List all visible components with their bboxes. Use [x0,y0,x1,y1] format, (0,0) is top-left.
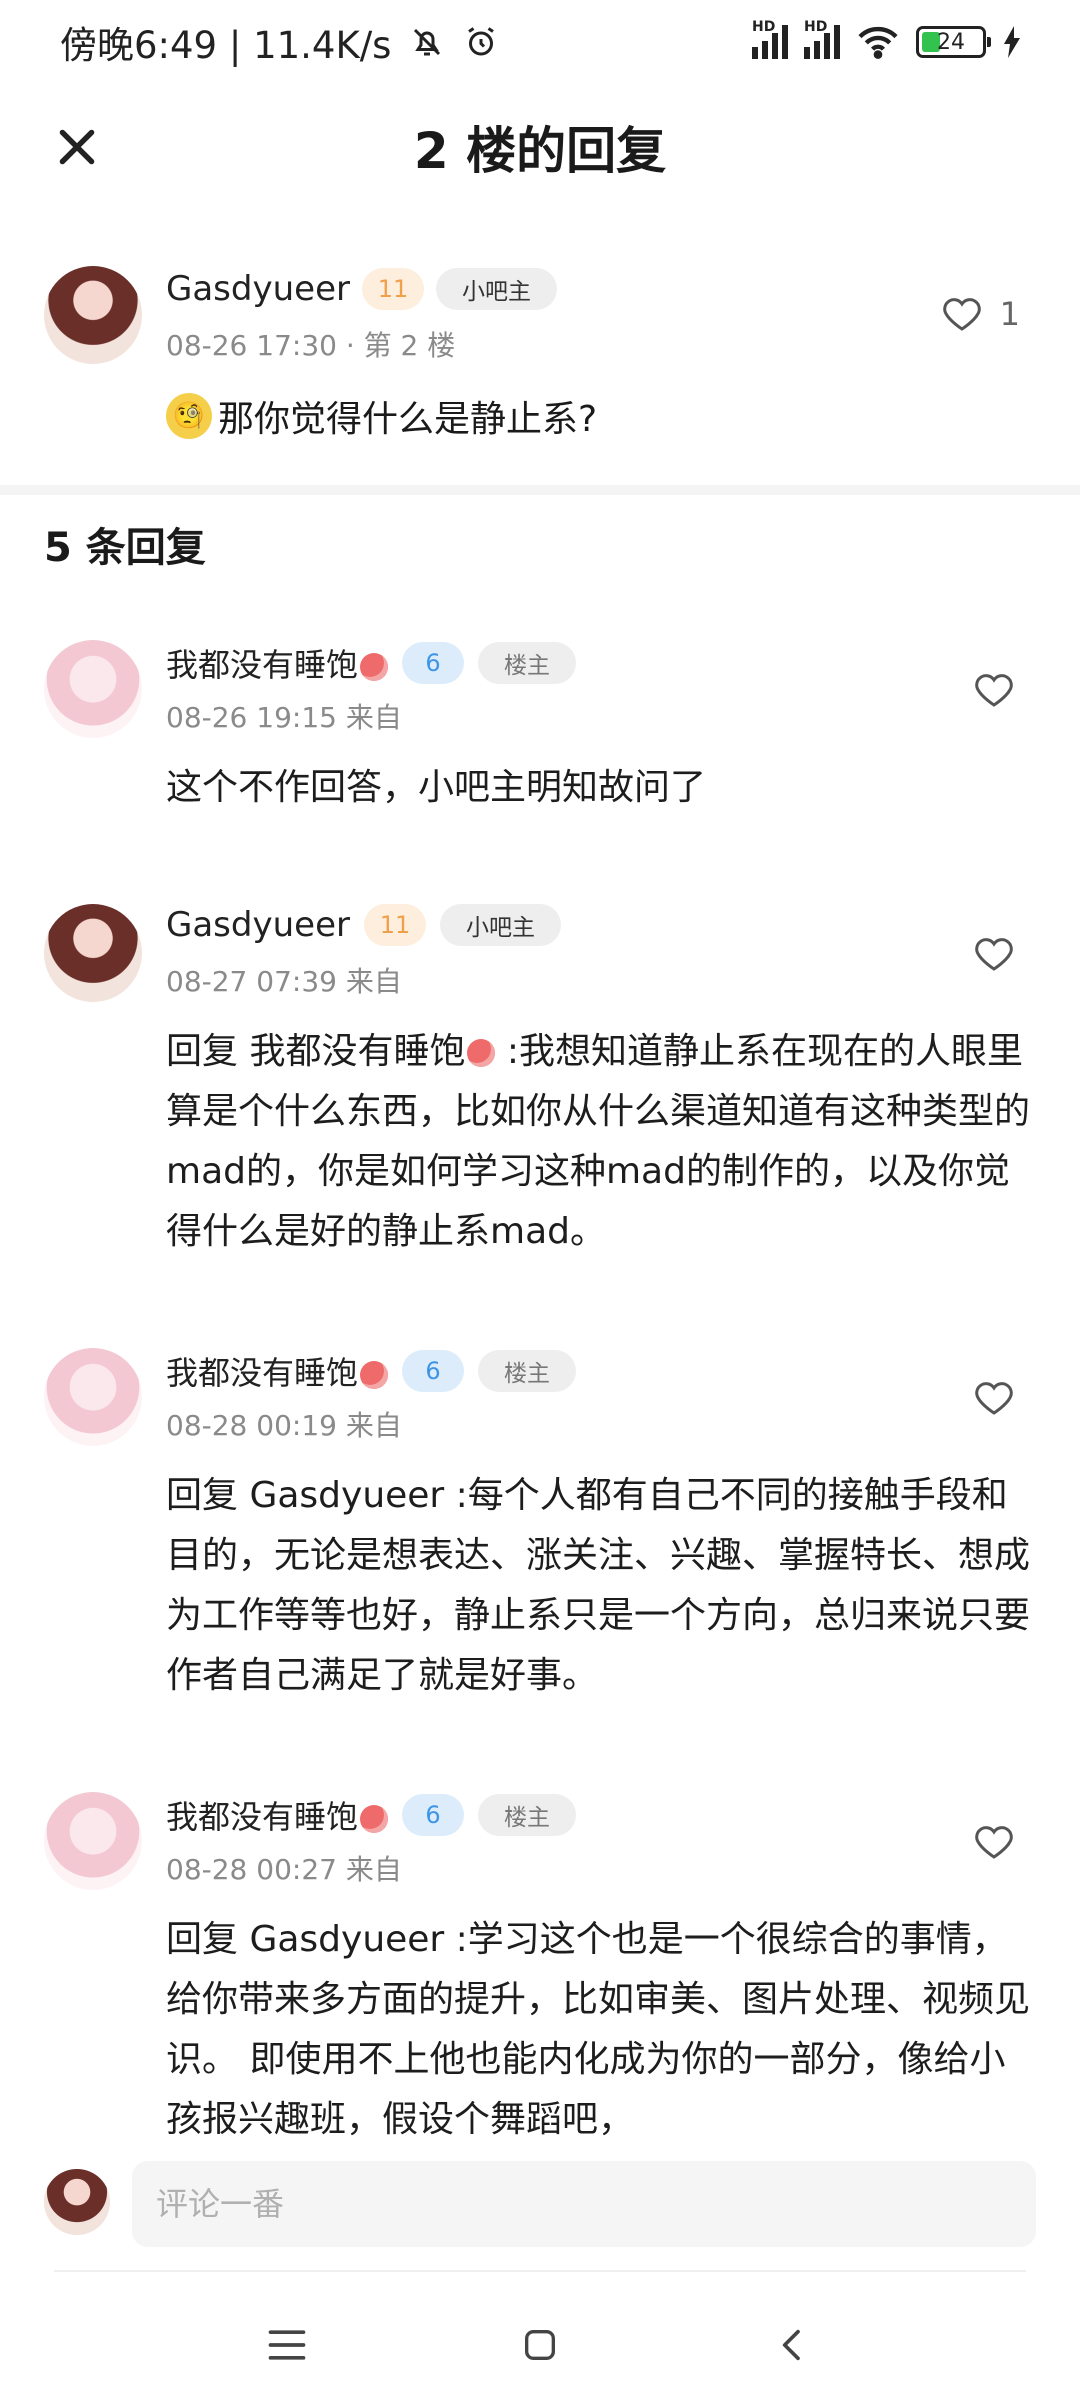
signal-1-icon: HD [752,19,788,59]
reply-prefix: 回复 我都没有睡饱 [166,1031,466,1072]
battery-icon: 24 [916,26,991,58]
like-button[interactable] [974,934,1014,978]
role-badge: 楼主 [478,1350,577,1392]
signal-2-icon: HD [804,19,840,59]
reply-name-row: 我都没有睡饱 6 楼主 [166,640,577,686]
avatar[interactable] [44,266,142,364]
reply-text: 回复 Gasdyueer :学习这个也是一个很综合的事情，给你带来多方面的提升，… [166,1919,1031,2140]
role-badge: 小吧主 [435,268,557,310]
reply-count-heading: 5 条回复 [44,525,206,571]
reply-meta: 08-26 19:15 来自 [166,701,402,734]
comment-input[interactable] [132,2161,1036,2247]
reply-item: 我都没有睡饱 6 楼主 08-28 00:27 来自 回复 Gasdyueer … [0,1792,1080,2142]
level-badge: 6 [402,1350,465,1392]
reply-meta: 08-27 07:39 来自 [166,965,402,998]
avatar[interactable] [44,1792,142,1890]
heart-icon [942,298,981,331]
username[interactable]: 我都没有睡饱 [166,640,389,686]
like-button[interactable] [974,1822,1014,1866]
heart-icon [975,1826,1013,1859]
monocle-emoji-icon: 🧐 [166,393,212,439]
reply-text: 回复 Gasdyueer :每个人都有自己不同的接触手段和目的，无论是想表达、涨… [166,1475,1031,1696]
heart-icon [975,674,1013,707]
candy-icon [360,653,389,681]
main-post-name-row: Gasdyueer 11 小吧主 [166,268,557,310]
role-badge: 楼主 [478,1794,577,1836]
reply-meta: 08-28 00:19 来自 [166,1409,402,1442]
like-count: 1 [999,295,1020,333]
nav-menu-button[interactable] [257,2315,317,2375]
back-chevron-icon [783,2329,801,2361]
reply-name-row: 我都没有睡饱 6 楼主 [166,1348,577,1394]
page-title: 2 楼的回复 [413,122,667,180]
status-bar: 傍晚6:49 | 11.4K/s HD HD 24 [0,0,1080,84]
charging-icon [1004,26,1020,58]
level-badge: 11 [361,268,424,310]
username[interactable]: Gasdyueer [166,269,350,309]
nav-home-button[interactable] [510,2315,570,2375]
system-nav-bar [0,2290,1080,2400]
avatar[interactable] [44,640,142,738]
avatar[interactable] [44,904,142,1002]
heart-icon [975,938,1013,971]
candy-icon [360,1361,389,1389]
alarm-icon [468,27,495,56]
avatar[interactable] [44,1348,142,1446]
candy-icon [467,1039,496,1067]
divider [54,2270,1026,2272]
home-square-icon [524,2330,555,2360]
role-badge: 楼主 [478,642,577,684]
heart-icon [975,1382,1013,1415]
reply-item: 我都没有睡饱 6 楼主 08-26 19:15 来自 这个不作回答，小吧主明知故… [0,640,1080,820]
menu-icon [268,2330,305,2360]
level-badge: 6 [402,642,465,684]
nav-back-button[interactable] [763,2315,823,2375]
candy-icon [360,1805,389,1833]
divider [0,485,1080,495]
username[interactable]: 我都没有睡饱 [166,1348,389,1394]
close-button[interactable] [52,122,102,172]
wifi-icon [858,26,898,59]
main-post: Gasdyueer 11 小吧主 08-26 17:30 · 第 2 楼 🧐 那… [0,250,1080,485]
reply-text: 回复 我都没有睡饱 :我想知道静止系在现在的人眼里算是个什么东西，比如你从什么渠… [166,1022,1036,1262]
status-right: HD HD 24 [752,19,1022,60]
battery-level: 24 [937,29,965,55]
username[interactable]: Gasdyueer [166,905,350,945]
post-meta: 08-26 17:30 · 第 2 楼 [166,329,456,362]
level-badge: 6 [402,1794,465,1836]
role-badge: 小吧主 [439,904,561,946]
like-button[interactable]: 1 [942,294,1020,334]
like-button[interactable] [974,1378,1014,1422]
reply-meta: 08-28 00:27 来自 [166,1853,402,1886]
reply-item: 我都没有睡饱 6 楼主 08-28 00:19 来自 回复 Gasdyueer … [0,1348,1080,1708]
reply-name-row: 我都没有睡饱 6 楼主 [166,1792,577,1838]
reply-text: 这个不作回答，小吧主明知故问了 [166,767,707,808]
header: 2 楼的回复 [0,84,1080,210]
status-time: 傍晚6:49 | 11.4K/s [60,24,392,67]
comment-bar [0,2155,1080,2255]
avatar[interactable] [44,2169,110,2235]
reply-name-row: Gasdyueer 11 小吧主 [166,904,561,946]
mute-bell-icon [414,28,441,56]
post-text: 🧐 那你觉得什么是静止系? [166,390,597,442]
post-text-content: 那你觉得什么是静止系? [218,399,598,440]
username[interactable]: 我都没有睡饱 [166,1792,389,1838]
level-badge: 11 [363,904,426,946]
close-icon [59,129,95,165]
like-button[interactable] [974,670,1014,714]
reply-item: Gasdyueer 11 小吧主 08-27 07:39 来自 回复 我都没有睡… [0,904,1080,1264]
status-left: 傍晚6:49 | 11.4K/s [60,15,499,69]
